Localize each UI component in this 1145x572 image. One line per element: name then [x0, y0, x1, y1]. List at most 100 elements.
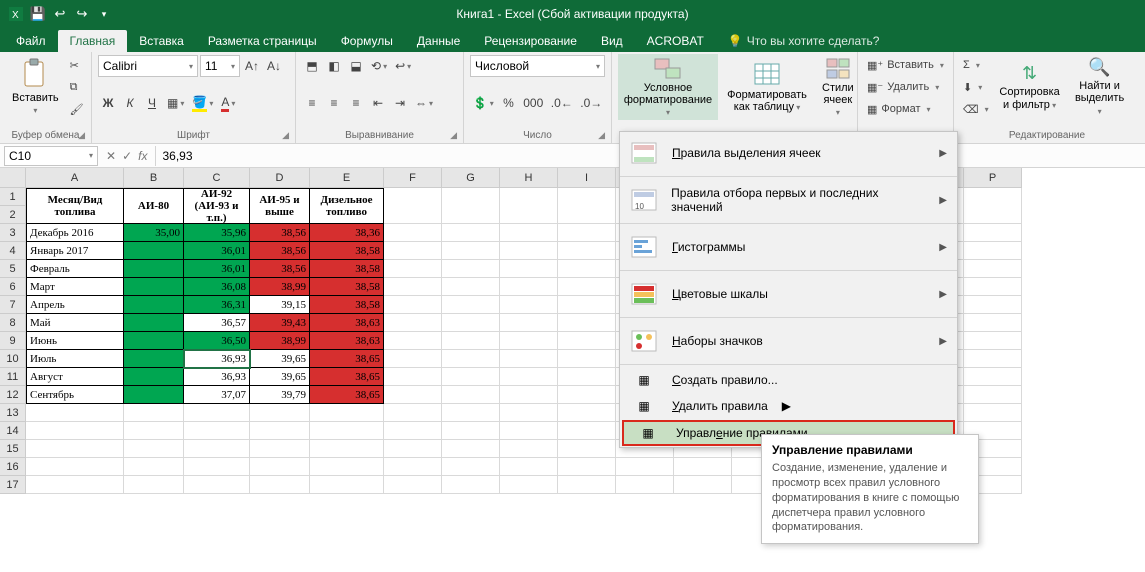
autosum-button[interactable]: Σ [960, 54, 992, 76]
cell[interactable] [26, 404, 124, 422]
decrease-indent-icon[interactable]: ⇤ [368, 92, 388, 114]
row-header[interactable]: 6 [0, 278, 26, 296]
align-top-icon[interactable]: ⬒ [302, 55, 322, 77]
fx-icon[interactable]: fx [138, 149, 147, 163]
cell[interactable] [964, 224, 1022, 242]
column-header[interactable]: H [500, 168, 558, 188]
cell[interactable] [558, 476, 616, 494]
cell[interactable] [442, 386, 500, 404]
cell[interactable] [500, 296, 558, 314]
column-header[interactable]: E [310, 168, 384, 188]
tab-view[interactable]: Вид [589, 30, 635, 52]
cell[interactable] [964, 368, 1022, 386]
cell[interactable] [964, 278, 1022, 296]
cell[interactable] [964, 350, 1022, 368]
cell[interactable]: 38,56 [250, 224, 310, 242]
cell[interactable] [964, 386, 1022, 404]
cell[interactable] [384, 422, 442, 440]
orientation-icon[interactable]: ⟲ [368, 55, 390, 77]
cell[interactable] [124, 242, 184, 260]
tab-acrobat[interactable]: ACROBAT [635, 30, 716, 52]
cell[interactable] [184, 404, 250, 422]
cell[interactable]: 38,99 [250, 332, 310, 350]
font-name-combo[interactable]: Calibri▾ [98, 55, 198, 77]
cell[interactable]: 36,08 [184, 278, 250, 296]
tell-me[interactable]: 💡Что вы хотите сделать? [716, 30, 892, 52]
delete-cells-button[interactable]: ▦⁻Удалить [864, 76, 947, 98]
cell[interactable]: АИ-92 (АИ-93 и т.п.) [184, 188, 250, 224]
cell[interactable] [442, 332, 500, 350]
font-size-combo[interactable]: 11▾ [200, 55, 240, 77]
align-right-icon[interactable]: ≡ [346, 92, 366, 114]
cell[interactable] [558, 350, 616, 368]
cell[interactable] [558, 422, 616, 440]
cell[interactable] [500, 278, 558, 296]
cell[interactable] [500, 476, 558, 494]
cell[interactable]: 36,93 [184, 368, 250, 386]
cell[interactable] [964, 188, 1022, 224]
cell[interactable]: Июнь [26, 332, 124, 350]
row-header[interactable]: 1 [0, 188, 26, 206]
cf-data-bars[interactable]: Гистограммы ▶ [620, 226, 957, 268]
cell[interactable] [384, 350, 442, 368]
insert-cells-button[interactable]: ▦⁺Вставить [864, 54, 947, 76]
cell[interactable] [310, 440, 384, 458]
cell[interactable] [500, 350, 558, 368]
merge-center-icon[interactable]: ⇔ [412, 92, 436, 114]
copy-icon[interactable]: ⧉ [67, 76, 87, 98]
cell[interactable] [500, 440, 558, 458]
cell[interactable]: 38,58 [310, 278, 384, 296]
cell[interactable]: АИ-80 [124, 188, 184, 224]
cell[interactable] [964, 332, 1022, 350]
cell[interactable] [616, 458, 674, 476]
increase-decimal-icon[interactable]: .0← [548, 92, 575, 114]
column-header[interactable]: P [964, 168, 1022, 188]
cell[interactable]: 39,65 [250, 350, 310, 368]
qat-customize-icon[interactable]: ▾ [94, 4, 114, 24]
row-header[interactable]: 8 [0, 314, 26, 332]
cell[interactable] [384, 332, 442, 350]
cell[interactable] [674, 476, 732, 494]
cell[interactable] [384, 386, 442, 404]
cell[interactable] [558, 458, 616, 476]
cell[interactable] [558, 242, 616, 260]
cell[interactable] [124, 386, 184, 404]
enter-formula-icon[interactable]: ✓ [122, 149, 132, 163]
cell-styles-button[interactable]: Стили ячеек [816, 54, 860, 120]
cell[interactable] [310, 476, 384, 494]
row-header[interactable]: 13 [0, 404, 26, 422]
row-header[interactable]: 10 [0, 350, 26, 368]
cell[interactable] [500, 458, 558, 476]
cell[interactable] [442, 260, 500, 278]
cell[interactable]: 38,58 [310, 260, 384, 278]
bold-button[interactable]: Ж [98, 92, 118, 114]
fill-color-button[interactable]: 🪣 [189, 92, 216, 114]
cell[interactable]: 38,36 [310, 224, 384, 242]
cell[interactable]: 38,65 [310, 386, 384, 404]
row-header[interactable]: 3 [0, 224, 26, 242]
cell[interactable] [310, 404, 384, 422]
column-header[interactable]: A [26, 168, 124, 188]
column-header[interactable]: G [442, 168, 500, 188]
cell[interactable]: 39,43 [250, 314, 310, 332]
cell[interactable] [558, 440, 616, 458]
cell[interactable] [124, 404, 184, 422]
cell[interactable]: Сентябрь [26, 386, 124, 404]
cell[interactable] [124, 368, 184, 386]
row-header[interactable]: 9 [0, 332, 26, 350]
cell[interactable]: Февраль [26, 260, 124, 278]
wrap-text-icon[interactable]: ↩ [392, 55, 414, 77]
underline-button[interactable]: Ч [142, 92, 162, 114]
alignment-dialog-launcher-icon[interactable]: ◢ [450, 130, 457, 141]
italic-button[interactable]: К [120, 92, 140, 114]
row-header[interactable]: 17 [0, 476, 26, 494]
select-all-corner[interactable] [0, 168, 26, 188]
cell[interactable] [558, 332, 616, 350]
cell[interactable]: 36,57 [184, 314, 250, 332]
cell[interactable] [442, 458, 500, 476]
align-left-icon[interactable]: ≡ [302, 92, 322, 114]
cell[interactable]: 38,58 [310, 296, 384, 314]
cell[interactable] [384, 440, 442, 458]
cell[interactable] [442, 188, 500, 224]
cell[interactable] [384, 224, 442, 242]
